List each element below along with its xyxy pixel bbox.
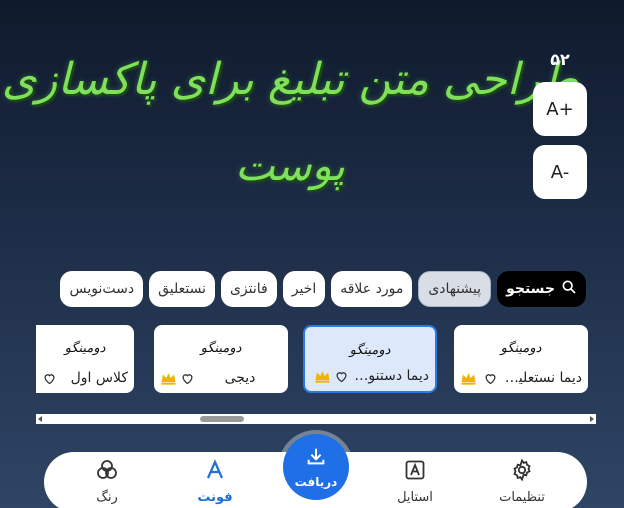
search-icon: [561, 279, 577, 299]
font-sample: دومینگو: [64, 341, 106, 356]
heart-icon[interactable]: [42, 371, 57, 386]
font-a-icon: [203, 458, 227, 486]
font-sample: دومینگو: [200, 341, 242, 356]
download-button[interactable]: دریافت: [283, 434, 349, 500]
font-name: کلاس اول: [70, 370, 128, 386]
font-name: دیجی: [224, 370, 256, 386]
chip-favorites[interactable]: مورد علاقه: [331, 271, 413, 307]
preview-line-1: طراحی متن تبلیغ برای پاکسازی: [1, 54, 579, 105]
search-label: جستجو: [506, 281, 555, 297]
palette-icon: [95, 458, 119, 486]
gear-icon: [510, 458, 534, 486]
scroll-left-arrow[interactable]: [38, 416, 42, 422]
crown-icon: [460, 371, 477, 385]
font-name: دیما نستعلیق...: [501, 370, 582, 386]
download-label: دریافت: [294, 474, 338, 489]
nav-color-label: رنگ: [96, 490, 118, 505]
nav-color[interactable]: رنگ: [62, 458, 152, 505]
font-card[interactable]: دومینگو دیما نستعلیق...: [454, 325, 588, 393]
font-sample: دومینگو: [500, 341, 542, 356]
font-sample: دومینگو: [349, 343, 391, 358]
chip-recent[interactable]: اخیر: [282, 271, 326, 307]
font-card-selected[interactable]: دومینگو دیما دستنویس: [303, 325, 437, 393]
crown-icon: [314, 369, 331, 383]
style-icon: [403, 458, 427, 486]
font-list-scrollbar[interactable]: [36, 414, 596, 424]
font-name: دیما دستنویس: [352, 368, 429, 384]
preview-line-2: پوست: [235, 141, 345, 190]
nav-settings[interactable]: تنظیمات: [477, 458, 567, 505]
font-card[interactable]: دومینگو کلاس اول: [36, 325, 134, 393]
scroll-right-arrow[interactable]: [590, 416, 594, 422]
decrease-size-button[interactable]: A-: [533, 145, 587, 199]
nav-settings-label: تنظیمات: [499, 490, 545, 505]
chip-suggested[interactable]: پیشنهادی: [418, 271, 492, 307]
font-list[interactable]: دومینگو دیما نستعلیق... دومینگو دیما دست…: [36, 325, 596, 393]
nav-font[interactable]: فونت: [170, 458, 260, 505]
nav-font-label: فونت: [197, 490, 233, 505]
chip-nastaliq[interactable]: نستعلیق: [149, 271, 215, 307]
chip-fantasy[interactable]: فانتزی: [220, 271, 277, 307]
category-chips: جستجو پیشنهادی مورد علاقه اخیر فانتزی نس…: [60, 271, 586, 307]
font-card[interactable]: دومینگو دیجی: [154, 325, 288, 393]
font-size-value: ۵۲: [550, 50, 570, 69]
heart-icon[interactable]: [334, 369, 349, 384]
search-button[interactable]: جستجو: [497, 271, 586, 307]
heart-icon[interactable]: [483, 371, 498, 386]
crown-icon: [160, 371, 177, 385]
text-preview[interactable]: طراحی متن تبلیغ برای پاکسازی پوست: [2, 20, 579, 220]
heart-icon[interactable]: [180, 371, 195, 386]
chip-handwriting[interactable]: دست‌نویس: [60, 271, 144, 307]
increase-size-button[interactable]: A+: [533, 82, 587, 136]
download-icon: [305, 446, 327, 471]
scrollbar-thumb[interactable]: [200, 416, 244, 422]
nav-style[interactable]: استایل: [370, 458, 460, 505]
nav-style-label: استایل: [397, 490, 433, 505]
